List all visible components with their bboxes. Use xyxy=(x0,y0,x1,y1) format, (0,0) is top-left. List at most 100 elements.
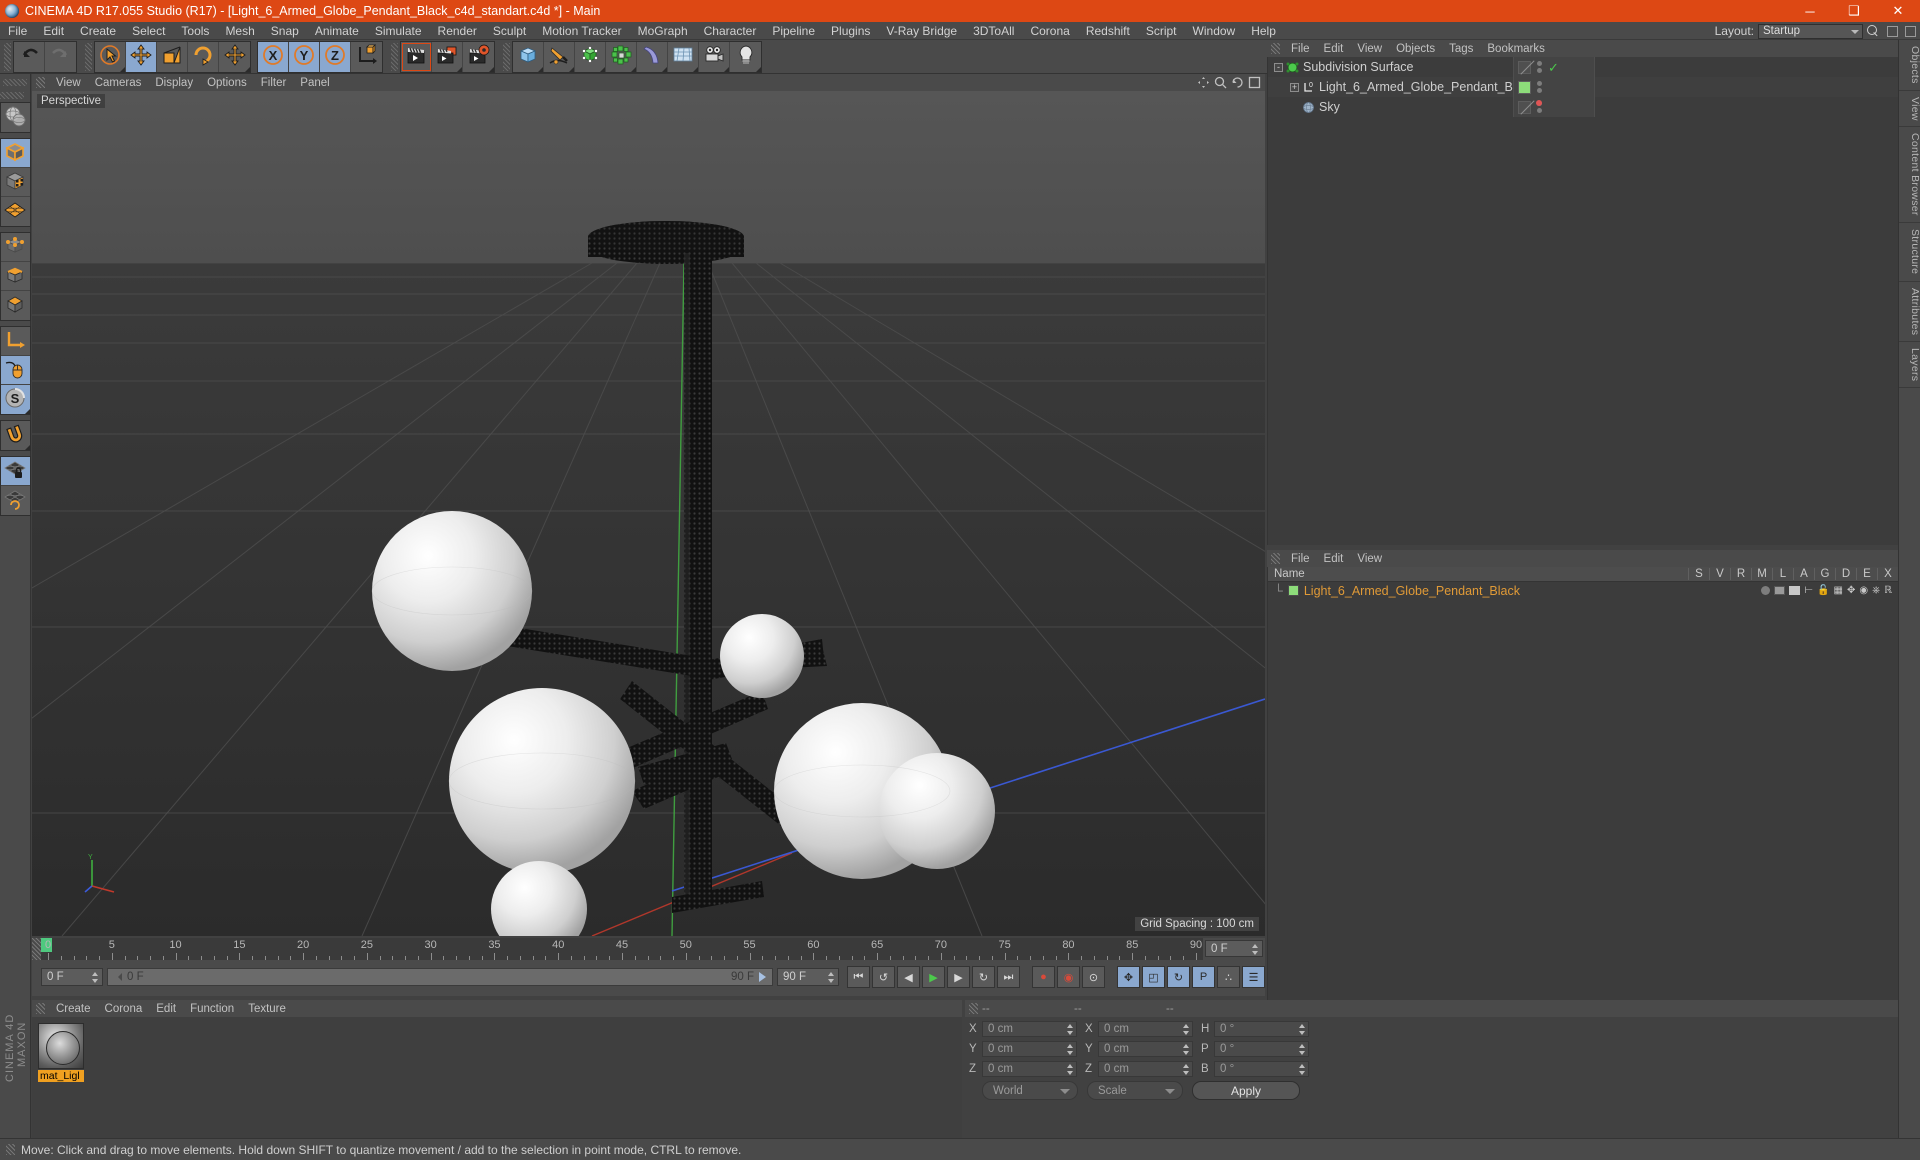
current-frame-field[interactable]: 0 F xyxy=(1205,940,1263,957)
add-camera-button[interactable] xyxy=(699,41,730,72)
edge-tab-attributes[interactable]: Attributes xyxy=(1899,281,1920,342)
attribute-column-s[interactable]: S xyxy=(1688,568,1709,580)
submenu-corner-icon[interactable] xyxy=(756,66,761,72)
magnet-tool-button[interactable] xyxy=(0,421,30,450)
menu-item-v-ray-bridge[interactable]: V-Ray Bridge xyxy=(878,22,965,40)
rotate-tool[interactable] xyxy=(188,41,219,72)
record-active-objects-button[interactable]: ● xyxy=(1032,966,1055,988)
maximize-view-icon[interactable] xyxy=(1248,76,1261,89)
submenu-corner-icon[interactable] xyxy=(24,445,30,450)
menu-item-help[interactable]: Help xyxy=(1243,22,1284,40)
submenu-corner-icon[interactable] xyxy=(538,66,543,72)
render-settings[interactable] xyxy=(463,41,494,72)
material-name[interactable]: mat_Ligl xyxy=(38,1070,84,1082)
scale-snap-button[interactable]: S xyxy=(0,385,30,414)
maximize-button[interactable]: ❑ xyxy=(1832,0,1876,22)
axis-tag-icon[interactable]: ✥ xyxy=(1847,585,1855,596)
object-tree[interactable]: - Subdivision Surface ✓ +0 Light_6_Armed_Glo… xyxy=(1267,57,1898,545)
menu-item-mesh[interactable]: Mesh xyxy=(217,22,262,40)
selection-tag-icon[interactable] xyxy=(1761,586,1771,595)
minimize-button[interactable]: ─ xyxy=(1788,0,1832,22)
timeline-toggle-button[interactable]: ☰ xyxy=(1242,966,1265,988)
menu-item-edit[interactable]: Edit xyxy=(35,22,72,40)
coord-position-field[interactable]: 0 cm xyxy=(982,1021,1077,1037)
coord-rotation-field[interactable]: 0 ° xyxy=(1214,1061,1309,1077)
spinner-icon[interactable] xyxy=(1252,944,1259,955)
toolbar-grip[interactable] xyxy=(391,42,398,71)
timeline-start-field[interactable]: 0 F xyxy=(41,968,103,986)
world-object-coordinates[interactable] xyxy=(351,41,382,72)
spinner-icon[interactable] xyxy=(828,972,835,983)
menu-item-3dtoall[interactable]: 3DToAll xyxy=(965,22,1022,40)
object-manager-menu-tags[interactable]: Tags xyxy=(1442,43,1480,55)
submenu-corner-icon[interactable] xyxy=(120,66,125,72)
object-manager-menu-edit[interactable]: Edit xyxy=(1317,43,1351,55)
menu-item-sculpt[interactable]: Sculpt xyxy=(485,22,534,40)
menu-item-script[interactable]: Script xyxy=(1138,22,1185,40)
dynamic-place-tool[interactable] xyxy=(219,41,250,72)
attribute-column-v[interactable]: V xyxy=(1709,568,1730,580)
material-menu-function[interactable]: Function xyxy=(183,1003,241,1015)
spinner-icon[interactable] xyxy=(1183,1044,1190,1055)
material-menu-texture[interactable]: Texture xyxy=(241,1003,293,1015)
coord-size-field[interactable]: 0 cm xyxy=(1098,1021,1193,1037)
material-manager-grip[interactable] xyxy=(36,1003,45,1014)
lock-y-axis[interactable]: Y xyxy=(289,41,320,72)
object-manager-menu-bookmarks[interactable]: Bookmarks xyxy=(1480,43,1552,55)
coord-position-field[interactable]: 0 cm xyxy=(982,1041,1077,1057)
timeline-range-bar[interactable]: 0 F 90 F xyxy=(107,968,773,986)
submenu-corner-icon[interactable] xyxy=(631,66,636,72)
add-cube-button[interactable] xyxy=(513,41,544,72)
lock-z-axis[interactable]: Z xyxy=(320,41,351,72)
coord-rotation-field[interactable]: 0 ° xyxy=(1214,1041,1309,1057)
material-tag-swatch[interactable] xyxy=(1518,80,1531,94)
scale-tool[interactable] xyxy=(157,41,188,72)
spinner-icon[interactable] xyxy=(1067,1044,1074,1055)
menu-item-select[interactable]: Select xyxy=(124,22,173,40)
left-toolbar-grip[interactable] xyxy=(0,92,24,99)
toolbar-grip[interactable] xyxy=(4,42,11,71)
material-menu-corona[interactable]: Corona xyxy=(98,1003,150,1015)
go-to-start-button[interactable]: ⏮ xyxy=(847,966,870,988)
points-mode-button[interactable] xyxy=(0,233,30,262)
object-row[interactable]: - Subdivision Surface ✓ xyxy=(1268,57,1898,77)
layout-dropdown[interactable]: Startup xyxy=(1758,23,1863,39)
menu-item-redshift[interactable]: Redshift xyxy=(1078,22,1138,40)
coord-size-field[interactable]: 0 cm xyxy=(1098,1061,1193,1077)
close-window-icon[interactable] xyxy=(1905,25,1916,37)
redo-button[interactable] xyxy=(45,41,76,72)
object-manager-grip[interactable] xyxy=(1271,43,1280,54)
object-row[interactable]: +0 Light_6_Armed_Globe_Pendant_Black xyxy=(1268,77,1898,97)
step-back-button[interactable]: ◀ xyxy=(897,966,920,988)
keyframe-selection-button[interactable]: ⊙ xyxy=(1082,966,1105,988)
menu-item-corona[interactable]: Corona xyxy=(1022,22,1077,40)
visibility-tag-icon[interactable] xyxy=(1774,586,1786,595)
toolbar-grip[interactable] xyxy=(503,42,510,71)
range-right-handle-icon[interactable] xyxy=(759,972,766,982)
layer-swatch-icon[interactable] xyxy=(1518,100,1531,114)
edge-tab-view[interactable]: View xyxy=(1899,90,1920,128)
viewport-menu-view[interactable]: View xyxy=(49,77,88,89)
position-key-button[interactable]: ✥ xyxy=(1117,966,1140,988)
material-chip[interactable]: mat_Ligl xyxy=(38,1023,84,1082)
viewport-menu-cameras[interactable]: Cameras xyxy=(88,77,149,89)
go-to-end-button[interactable]: ⏭ xyxy=(997,966,1020,988)
tree-expander-icon[interactable]: + xyxy=(1290,82,1299,92)
coord-position-field[interactable]: 0 cm xyxy=(982,1061,1077,1077)
submenu-corner-icon[interactable] xyxy=(489,66,494,72)
live-selection-tool[interactable] xyxy=(95,41,126,72)
submenu-corner-icon[interactable] xyxy=(457,66,462,72)
search-icon[interactable] xyxy=(1867,24,1880,38)
viewport-solo-button[interactable] xyxy=(0,356,30,385)
play-button[interactable]: ▶ xyxy=(922,966,945,988)
attribute-row[interactable]: └ Light_6_Armed_Globe_Pendant_Black ⊢ 🔓 ▦ ✥ ◉ ⎈… xyxy=(1268,582,1898,599)
zoom-icon[interactable] xyxy=(1214,76,1227,89)
menu-item-create[interactable]: Create xyxy=(72,22,124,40)
submenu-corner-icon[interactable] xyxy=(569,66,574,72)
expression-tag-icon[interactable]: ℝ xyxy=(1884,585,1892,596)
viewport-menu-display[interactable]: Display xyxy=(148,77,200,89)
coord-size-field[interactable]: 0 cm xyxy=(1098,1041,1193,1057)
lock-x-axis[interactable]: X xyxy=(258,41,289,72)
object-manager-menu-file[interactable]: File xyxy=(1284,43,1317,55)
material-list[interactable]: mat_Ligl xyxy=(32,1017,962,1138)
